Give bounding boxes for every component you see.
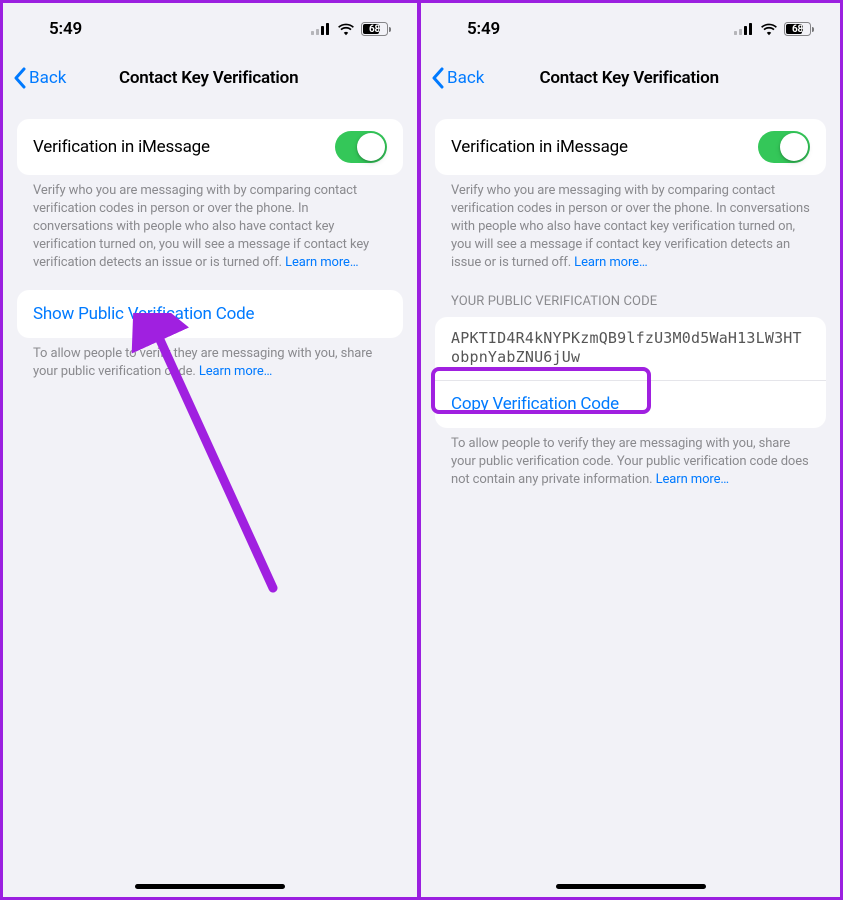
status-icons: 68 <box>734 22 814 36</box>
toggle-switch[interactable] <box>758 131 810 163</box>
status-time: 5:49 <box>467 19 500 39</box>
toggle-label: Verification in iMessage <box>33 137 210 157</box>
battery-icon: 68 <box>361 22 391 36</box>
toggle-group: Verification in iMessage <box>435 119 826 175</box>
status-time: 5:49 <box>49 19 82 39</box>
cellular-icon <box>734 23 754 35</box>
toggle-group: Verification in iMessage <box>17 119 403 175</box>
toggle-label: Verification in iMessage <box>451 137 628 157</box>
status-icons: 68 <box>311 22 391 36</box>
toggle-footer: Verify who you are messaging with by com… <box>435 175 826 272</box>
learn-more-link[interactable]: Learn more… <box>574 255 647 270</box>
learn-more-link[interactable]: Learn more… <box>656 472 729 487</box>
verification-toggle-row[interactable]: Verification in iMessage <box>17 119 403 175</box>
wifi-icon <box>760 23 778 36</box>
home-indicator <box>135 884 285 889</box>
page-title: Contact Key Verification <box>428 68 830 88</box>
wifi-icon <box>337 23 355 36</box>
toggle-switch[interactable] <box>335 131 387 163</box>
screenshot-left: 5:49 68 Back Contact Key Verification Ve… <box>0 0 419 900</box>
code-group: APKTID4R4kNYPKzmQB9lfzU3M0d5WaH13LW3HTob… <box>435 317 826 428</box>
verification-code: APKTID4R4kNYPKzmQB9lfzU3M0d5WaH13LW3HTob… <box>435 317 826 380</box>
verification-toggle-row[interactable]: Verification in iMessage <box>435 119 826 175</box>
home-indicator <box>556 884 706 889</box>
battery-icon: 68 <box>784 22 814 36</box>
show-code-footer: To allow people to verify they are messa… <box>17 338 403 381</box>
learn-more-link[interactable]: Learn more… <box>199 364 272 379</box>
section-header: YOUR PUBLIC VERIFICATION CODE <box>435 272 826 315</box>
status-bar: 5:49 68 <box>421 3 840 55</box>
show-code-group: Show Public Verification Code <box>17 290 403 338</box>
copy-verification-code-button[interactable]: Copy Verification Code <box>435 380 826 428</box>
show-public-code-button[interactable]: Show Public Verification Code <box>17 290 403 338</box>
code-footer: To allow people to verify they are messa… <box>435 428 826 489</box>
toggle-footer: Verify who you are messaging with by com… <box>17 175 403 272</box>
page-title: Contact Key Verification <box>10 68 407 88</box>
status-bar: 5:49 68 <box>3 3 417 55</box>
cellular-icon <box>311 23 331 35</box>
nav-bar: Back Contact Key Verification <box>3 55 417 101</box>
learn-more-link[interactable]: Learn more… <box>285 255 358 270</box>
nav-bar: Back Contact Key Verification <box>421 55 840 101</box>
screenshot-right: 5:49 68 Back Contact Key Verification Ve… <box>419 0 843 900</box>
